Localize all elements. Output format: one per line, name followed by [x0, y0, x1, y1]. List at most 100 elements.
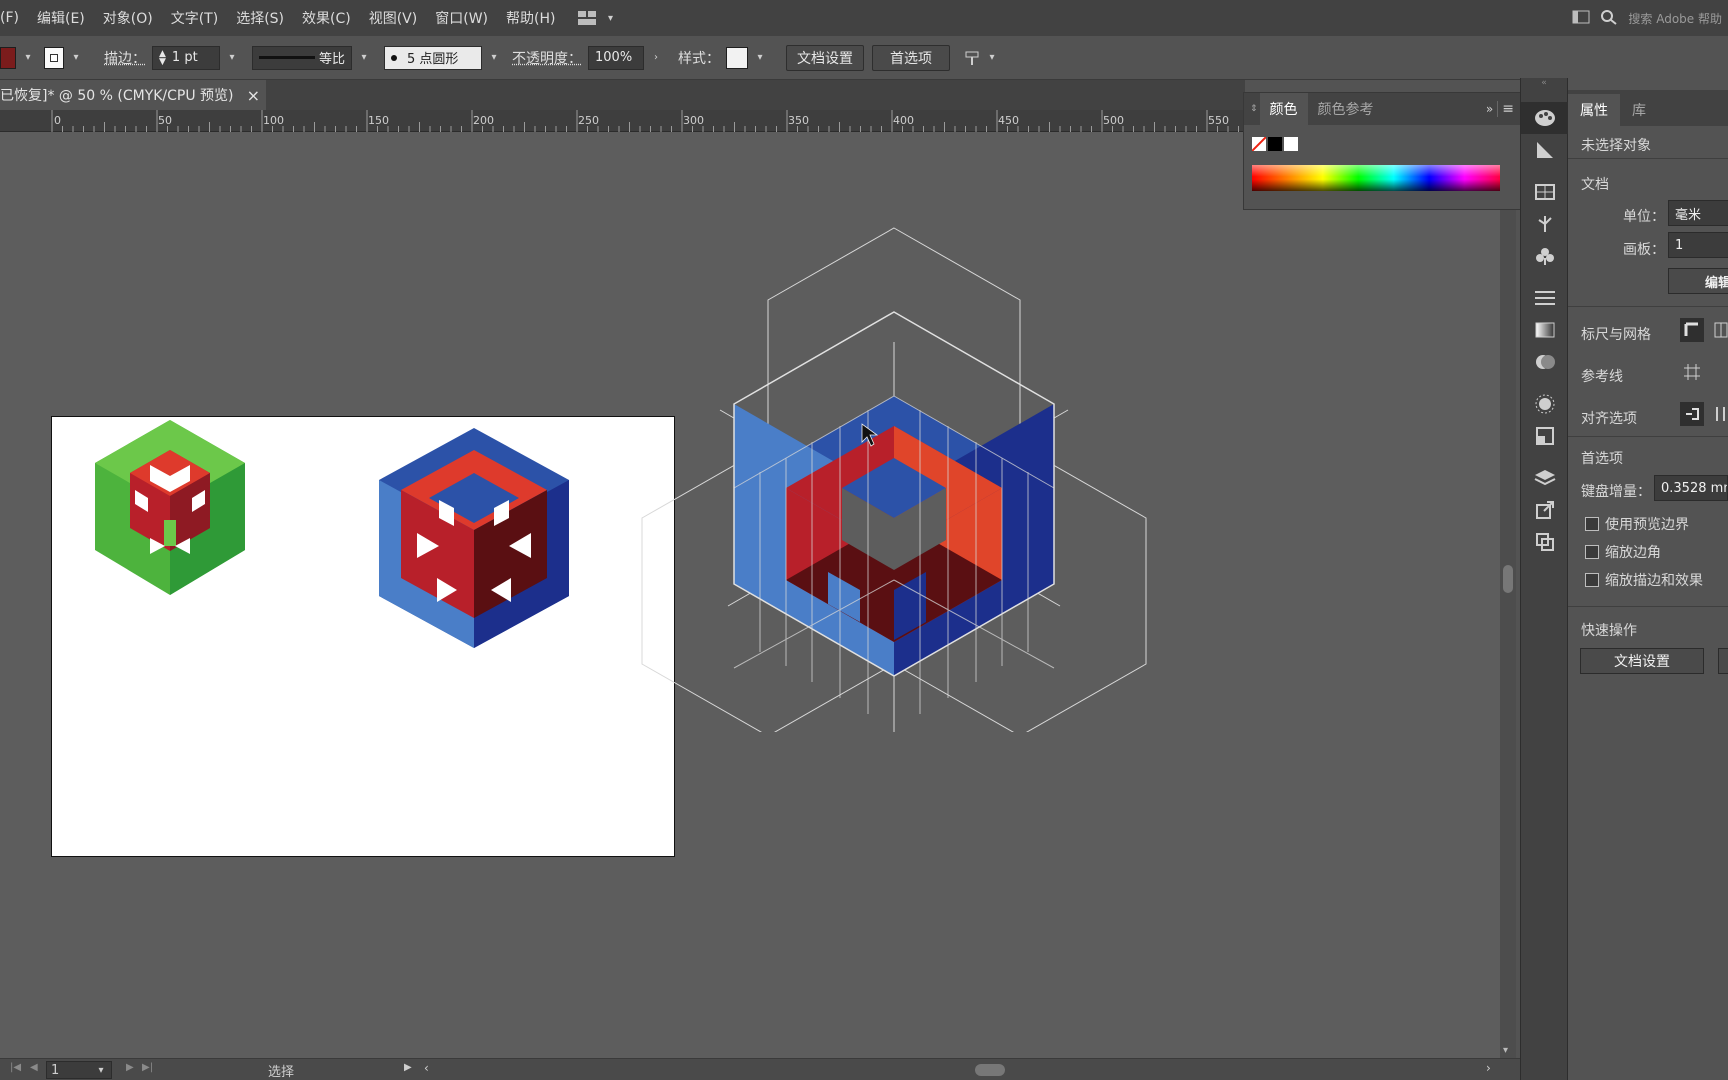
- transparency-icon[interactable]: [1521, 346, 1569, 378]
- menu-file[interactable]: (F): [0, 10, 28, 26]
- pathfinder-icon[interactable]: [1521, 526, 1569, 558]
- scale-corners-checkbox[interactable]: 缩放边角: [1585, 542, 1661, 562]
- none-swatch-icon[interactable]: [1252, 137, 1266, 151]
- stroke-dropdown-icon[interactable]: ▾: [70, 52, 82, 64]
- menu-select[interactable]: 选择(S): [227, 8, 293, 28]
- brush-select[interactable]: 5 点圆形: [384, 45, 482, 70]
- green-cube-artwork[interactable]: [90, 420, 250, 600]
- menu-type[interactable]: 文字(T): [162, 8, 227, 28]
- fill-dropdown-icon[interactable]: ▾: [22, 52, 34, 64]
- strip-collapse-icon[interactable]: «: [1521, 78, 1567, 92]
- guides-toggle-icon[interactable]: [1683, 363, 1701, 385]
- scale-strokes-effects-checkbox[interactable]: 缩放描边和效果: [1585, 570, 1703, 590]
- color-panel-icon[interactable]: [1521, 102, 1569, 134]
- keyboard-increment-label: 键盘增量：: [1581, 484, 1651, 500]
- color-spectrum-bar[interactable]: [1252, 165, 1500, 191]
- panel-icon-strip: «: [1520, 78, 1569, 1080]
- close-tab-icon[interactable]: ×: [247, 86, 260, 105]
- stroke-profile-dropdown-icon[interactable]: ▾: [358, 52, 370, 64]
- unit-select[interactable]: 毫米: [1668, 200, 1728, 226]
- edit-artboards-button[interactable]: 编辑: [1668, 268, 1728, 294]
- gradient-icon[interactable]: [1521, 314, 1569, 346]
- use-preview-bounds-checkbox[interactable]: 使用预览边界: [1585, 514, 1689, 534]
- stroke-panel-icon[interactable]: [1521, 282, 1569, 314]
- stroke-weight-field[interactable]: ▲ ▼ 1 pt: [152, 45, 220, 70]
- ruler-label: 450: [998, 114, 1019, 127]
- checkbox-box: [1585, 573, 1599, 587]
- menu-effect[interactable]: 效果(C): [293, 8, 360, 28]
- scroll-thumb[interactable]: [1503, 565, 1513, 593]
- symbols-icon[interactable]: [1521, 240, 1569, 272]
- horizontal-ruler[interactable]: 0 50 100 150 200 250 300 350 400 450 500…: [0, 110, 1245, 132]
- keyboard-increment-field[interactable]: 0.3528 mm: [1654, 475, 1728, 501]
- stepper-icon[interactable]: ▲ ▼: [159, 49, 166, 66]
- blue-cube-artwork[interactable]: [369, 428, 579, 668]
- status-bar: |◀ ◀ 1 ▾ ▶ ▶| 选择 ▶ ‹ ›: [0, 1058, 1520, 1080]
- fill-swatch[interactable]: [0, 46, 16, 69]
- graphic-style-swatch[interactable]: [726, 46, 748, 69]
- graphic-styles-icon[interactable]: [1521, 420, 1569, 452]
- opacity-label[interactable]: 不透明度：: [512, 48, 582, 68]
- stroke-swatch[interactable]: [44, 46, 64, 69]
- appearance-icon[interactable]: [1521, 388, 1569, 420]
- brush-dropdown-icon[interactable]: ▾: [488, 52, 500, 64]
- brushes-icon[interactable]: [1521, 208, 1569, 240]
- color-guide-icon[interactable]: [1521, 134, 1569, 166]
- panel-collapse-icon[interactable]: »: [1482, 102, 1497, 116]
- tab-color[interactable]: 颜色: [1259, 93, 1308, 125]
- horizontal-scroll-thumb[interactable]: [975, 1064, 1005, 1076]
- panel-menu-icon[interactable]: ≡: [1497, 101, 1520, 117]
- opacity-field[interactable]: 100%: [588, 45, 644, 70]
- preferences-button[interactable]: 首选项: [872, 44, 950, 71]
- artboard-field[interactable]: 1: [1668, 232, 1728, 258]
- arrange-documents-icon[interactable]: [1572, 10, 1590, 27]
- menu-edit[interactable]: 编辑(E): [28, 8, 94, 28]
- stroke-label[interactable]: 描边：: [104, 48, 146, 68]
- snap-to-point-icon[interactable]: [1680, 402, 1704, 426]
- scroll-right-icon[interactable]: ›: [1486, 1061, 1491, 1075]
- menu-help[interactable]: 帮助(H): [497, 8, 564, 28]
- arrange-icon[interactable]: ▾: [964, 50, 998, 66]
- white-swatch[interactable]: [1284, 137, 1298, 151]
- grid-toggle-icon[interactable]: [1714, 322, 1728, 342]
- vertical-scrollbar[interactable]: ▾: [1500, 205, 1516, 1060]
- panel-grip-icon[interactable]: ⇕: [1244, 104, 1260, 114]
- export-icon[interactable]: [1521, 494, 1569, 526]
- quick-preferences-button[interactable]: [1718, 648, 1728, 674]
- isometric-cube-artwork[interactable]: [600, 172, 1300, 732]
- status-menu-icon[interactable]: ▶: [404, 1062, 412, 1073]
- properties-panel: 属性 库 未选择对象 文档 单位： 毫米 画板： 1 编辑 标尺与网格 参考线 …: [1568, 78, 1728, 1080]
- first-artboard-icon[interactable]: |◀: [10, 1062, 21, 1073]
- scroll-down-icon[interactable]: ▾: [1503, 1045, 1508, 1056]
- artboard-number-field[interactable]: 1 ▾: [46, 1061, 112, 1079]
- tab-properties[interactable]: 属性: [1568, 94, 1620, 126]
- menu-window[interactable]: 窗口(W): [426, 8, 497, 28]
- artboard[interactable]: [51, 416, 675, 857]
- prev-artboard-icon[interactable]: ◀: [30, 1062, 38, 1073]
- menu-object[interactable]: 对象(O): [94, 8, 162, 28]
- search-icon[interactable]: [1600, 9, 1618, 28]
- stroke-profile-select[interactable]: 等比: [252, 45, 352, 70]
- style-dropdown-icon[interactable]: ▾: [754, 52, 766, 64]
- document-setup-button[interactable]: 文档设置: [786, 44, 864, 71]
- opacity-expand-icon[interactable]: ›: [650, 52, 662, 64]
- scroll-left-icon[interactable]: ‹: [424, 1061, 429, 1075]
- canvas[interactable]: [0, 132, 1500, 1060]
- next-artboard-icon[interactable]: ▶: [126, 1062, 134, 1073]
- search-help-input[interactable]: 搜索 Adobe 帮助: [1628, 10, 1722, 27]
- workspace-switcher-icon[interactable]: ▾: [578, 11, 616, 25]
- last-artboard-icon[interactable]: ▶|: [142, 1062, 153, 1073]
- stroke-weight-dropdown-icon[interactable]: ▾: [226, 52, 238, 64]
- ruler-toggle-icon[interactable]: [1680, 318, 1704, 342]
- ruler-label: 500: [1103, 114, 1124, 127]
- menu-view[interactable]: 视图(V): [360, 8, 427, 28]
- tab-libraries[interactable]: 库: [1620, 94, 1658, 126]
- quick-document-setup-button[interactable]: 文档设置: [1580, 648, 1704, 674]
- snap-to-grid-icon[interactable]: [1714, 406, 1728, 426]
- swatches-icon[interactable]: [1521, 176, 1569, 208]
- style-label[interactable]: 样式：: [678, 48, 720, 68]
- document-tab[interactable]: 已恢复]* @ 50 % (CMYK/CPU 预览) ×: [0, 80, 266, 110]
- black-swatch[interactable]: [1268, 137, 1282, 151]
- tab-color-guide[interactable]: 颜色参考: [1308, 93, 1384, 125]
- layers-icon[interactable]: [1521, 462, 1569, 494]
